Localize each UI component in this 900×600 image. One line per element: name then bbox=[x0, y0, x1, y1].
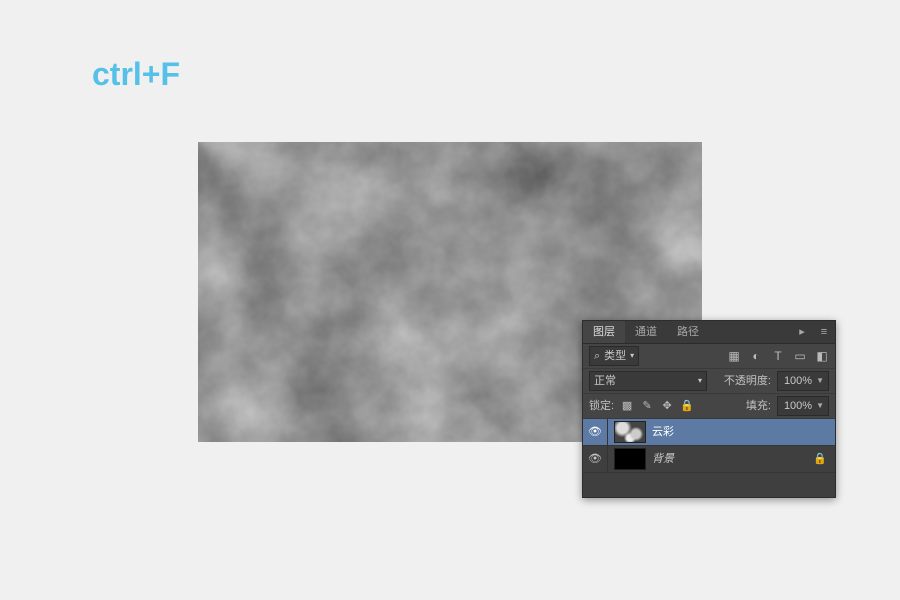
layer-filter-row: ⌕ 类型 ▾ ▦ ◐ T ▭ ◧ bbox=[583, 344, 835, 369]
lock-icons: ▩ ✎ ✥ 🔒 bbox=[620, 401, 694, 412]
layers-list: 👁 云彩 👁 背景 🔒 bbox=[583, 419, 835, 497]
shortcut-text: ctrl+F bbox=[92, 56, 180, 93]
lock-fill-row: 锁定: ▩ ✎ ✥ 🔒 填充: 100% ▼ bbox=[583, 394, 835, 419]
layer-thumbnail[interactable] bbox=[614, 421, 646, 443]
fill-input[interactable]: 100% ▼ bbox=[777, 396, 829, 416]
tab-paths[interactable]: 路径 bbox=[667, 321, 709, 343]
layer-thumbnail[interactable] bbox=[614, 448, 646, 470]
panel-menu-icon[interactable]: ≡ bbox=[813, 327, 835, 338]
chevron-down-icon: ▾ bbox=[698, 377, 702, 385]
layer-filter-icons: ▦ ◐ T ▭ ◧ bbox=[727, 350, 829, 362]
fill-value: 100% bbox=[784, 401, 812, 412]
chevron-down-icon: ▼ bbox=[816, 377, 824, 385]
blend-mode-dropdown[interactable]: 正常 ▾ bbox=[589, 371, 707, 391]
layer-row[interactable]: 👁 背景 🔒 bbox=[583, 446, 835, 473]
lock-all-icon[interactable]: 🔒 bbox=[680, 401, 694, 412]
eye-icon: 👁 bbox=[588, 427, 602, 438]
lock-transparency-icon[interactable]: ▩ bbox=[620, 401, 634, 412]
layers-empty-area bbox=[583, 473, 835, 497]
fill-label: 填充: bbox=[746, 401, 771, 412]
opacity-value: 100% bbox=[784, 376, 812, 387]
lock-position-icon[interactable]: ✥ bbox=[660, 401, 674, 412]
lock-pixels-icon[interactable]: ✎ bbox=[640, 401, 654, 412]
opacity-input[interactable]: 100% ▼ bbox=[777, 371, 829, 391]
visibility-toggle[interactable]: 👁 bbox=[583, 419, 608, 445]
visibility-toggle[interactable]: 👁 bbox=[583, 446, 608, 472]
filter-type-text-icon[interactable]: T bbox=[771, 350, 785, 362]
filter-shape-icon[interactable]: ▭ bbox=[793, 350, 807, 362]
lock-label: 锁定: bbox=[589, 401, 614, 412]
tab-channels[interactable]: 通道 bbox=[625, 321, 667, 343]
eye-icon: 👁 bbox=[588, 454, 602, 465]
filter-adjustment-icon[interactable]: ◐ bbox=[749, 350, 763, 362]
tab-layers[interactable]: 图层 bbox=[583, 321, 625, 343]
chevron-down-icon: ▾ bbox=[630, 352, 634, 360]
layer-name[interactable]: 云彩 bbox=[652, 427, 674, 438]
layer-name[interactable]: 背景 bbox=[652, 454, 674, 465]
panel-collapse-icon[interactable]: ▸ bbox=[791, 327, 813, 338]
filter-type-label: 类型 bbox=[604, 351, 626, 362]
panel-tabs: 图层 通道 路径 ▸ ≡ bbox=[583, 321, 835, 344]
layers-panel: 图层 通道 路径 ▸ ≡ ⌕ 类型 ▾ ▦ ◐ T ▭ ◧ 正常 ▾ 不透明度:… bbox=[582, 320, 836, 498]
opacity-label: 不透明度: bbox=[724, 376, 771, 387]
filter-pixel-icon[interactable]: ▦ bbox=[727, 350, 741, 362]
filter-type-dropdown[interactable]: ⌕ 类型 ▾ bbox=[589, 346, 639, 366]
blend-mode-value: 正常 bbox=[594, 376, 616, 387]
chevron-down-icon: ▼ bbox=[816, 402, 824, 410]
search-kind-icon: ⌕ bbox=[594, 351, 600, 362]
filter-smart-icon[interactable]: ◧ bbox=[815, 350, 829, 362]
blend-opacity-row: 正常 ▾ 不透明度: 100% ▼ bbox=[583, 369, 835, 394]
lock-icon: 🔒 bbox=[813, 454, 827, 465]
layer-row[interactable]: 👁 云彩 bbox=[583, 419, 835, 446]
